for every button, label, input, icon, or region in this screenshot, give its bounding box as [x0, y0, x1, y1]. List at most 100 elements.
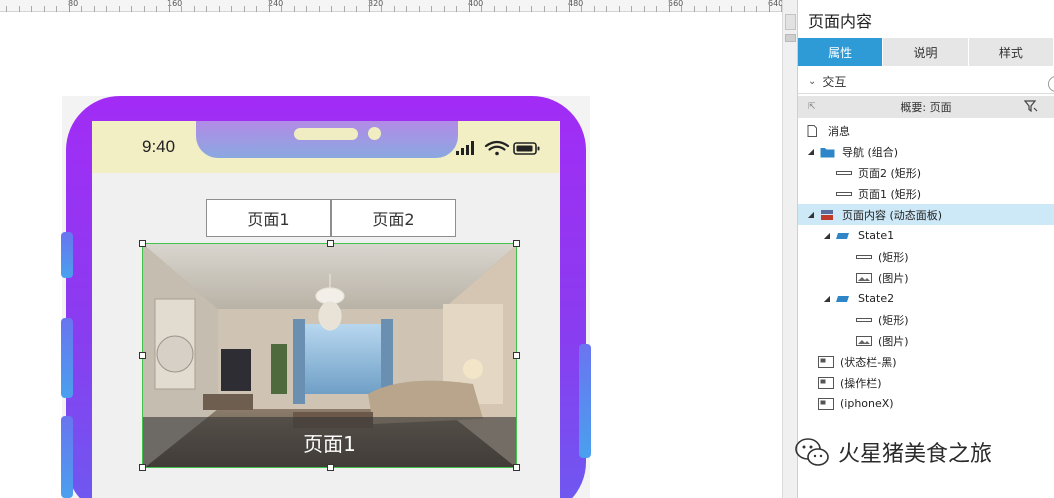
ruler-tick: [306, 6, 307, 12]
page-icon: [806, 124, 822, 137]
ruler-tick: [631, 6, 632, 12]
outline-item-actionbar-master[interactable]: (操作栏): [798, 372, 1054, 393]
outline-item-state1[interactable]: ◢ State1: [798, 225, 1054, 246]
phone-notch: [196, 121, 458, 158]
outline-item-page2-rect[interactable]: 页面2 (矩形): [798, 162, 1054, 183]
outline-item-image[interactable]: (图片): [798, 330, 1054, 351]
outline-item-rect[interactable]: (矩形): [798, 309, 1054, 330]
ruler-tick: [656, 6, 657, 12]
ruler-tick: [294, 6, 295, 12]
outline-item-nav-group[interactable]: ◢ 导航 (组合): [798, 141, 1054, 162]
selection-handle[interactable]: [513, 240, 520, 247]
selection-handle[interactable]: [513, 352, 520, 359]
status-time: 9:40: [142, 137, 176, 156]
ruler-tick: [206, 6, 207, 12]
ruler-tick: [219, 6, 220, 12]
tab-notes[interactable]: 说明: [883, 38, 969, 66]
chevron-down-icon: ⌄: [808, 76, 817, 87]
panel-caption: 页面1: [143, 417, 516, 467]
outline-title: 概要: 页面: [900, 101, 952, 114]
inspector-panel: 页面内容 属性 说明 样式 ⌄ 交互 ⇱ 概要: 页面 消息 ◢ 导航 (组合)…: [798, 0, 1054, 498]
outline-item-label: (操作栏): [840, 376, 882, 390]
ruler-tick: [181, 6, 182, 12]
outline-item-page[interactable]: 消息: [798, 120, 1054, 141]
expand-arrow-icon[interactable]: ◢: [806, 210, 816, 219]
ruler-tick: [481, 6, 482, 12]
outline-item-label: 导航 (组合): [842, 145, 899, 159]
ruler-tick: [281, 6, 282, 12]
outline-item-label: (矩形): [878, 250, 909, 264]
selection-handle[interactable]: [513, 464, 520, 471]
filter-icon[interactable]: [1024, 100, 1038, 112]
ruler-tick: [506, 6, 507, 12]
expand-arrow-icon[interactable]: ◢: [822, 231, 832, 240]
rectangle-icon: [836, 167, 852, 179]
ruler-tick: [756, 6, 757, 12]
tab-properties[interactable]: 属性: [798, 38, 884, 66]
interaction-section[interactable]: ⌄ 交互: [798, 70, 1054, 94]
speaker-grille: [294, 128, 358, 140]
phone-side-button: [61, 232, 73, 278]
ruler-tick: [669, 0, 670, 12]
ruler-tick: [56, 6, 57, 12]
status-bar[interactable]: 9:40: [92, 121, 560, 173]
ruler-tick: [344, 6, 345, 12]
ruler-tick: [394, 6, 395, 12]
ruler-tick: [256, 6, 257, 12]
image-icon: [856, 272, 872, 284]
ruler-tick: [619, 6, 620, 12]
dynamic-panel-icon: [820, 209, 836, 221]
selection-handle[interactable]: [327, 464, 334, 471]
ruler-tick: [769, 0, 770, 12]
outline-item-statusbar-master[interactable]: (状态栏-黑): [798, 351, 1054, 372]
outline-item-page1-rect[interactable]: 页面1 (矩形): [798, 183, 1054, 204]
ruler-tick: [69, 0, 70, 12]
ruler-tick: [269, 0, 270, 12]
horizontal-ruler: 80 160 240 320 400 480 560 640: [0, 0, 782, 12]
scroll-thumb[interactable]: [785, 34, 796, 42]
ruler-tick: [119, 6, 120, 12]
battery-icon: [513, 142, 540, 155]
outline-item-iphonex-master[interactable]: (iphoneX): [798, 393, 1054, 414]
expand-arrow-icon[interactable]: ◢: [822, 294, 832, 303]
ruler-tick: [106, 6, 107, 12]
ruler-label: 640: [768, 0, 782, 8]
outline-item-label: State2: [858, 292, 895, 305]
outline-item-dynamic-panel[interactable]: ◢ 页面内容 (动态面板): [798, 204, 1054, 225]
design-canvas[interactable]: 80 160 240 320 400 480 560 640 9:40 页面1 …: [0, 0, 782, 498]
nav-page1-button[interactable]: 页面1: [206, 199, 331, 237]
pin-icon[interactable]: ⇱: [808, 102, 816, 112]
expand-arrow-icon[interactable]: ◢: [806, 147, 816, 156]
ruler-tick: [156, 6, 157, 12]
selection-handle[interactable]: [327, 240, 334, 247]
signal-icon: [456, 141, 474, 155]
selection-handle[interactable]: [139, 352, 146, 359]
ruler-tick: [356, 6, 357, 12]
ruler-tick: [244, 6, 245, 12]
ruler-tick: [444, 6, 445, 12]
tab-style[interactable]: 样式: [968, 38, 1054, 66]
rectangle-icon: [856, 251, 872, 263]
outline-item-rect[interactable]: (矩形): [798, 246, 1054, 267]
watermark-text: 火星猪美食之旅: [838, 442, 993, 467]
ruler-tick: [194, 6, 195, 12]
master-icon: [818, 376, 834, 389]
nav-page2-button[interactable]: 页面2: [331, 199, 456, 237]
selection-handle[interactable]: [139, 464, 146, 471]
ruler-tick: [519, 6, 520, 12]
outline-item-image[interactable]: (图片): [798, 267, 1054, 288]
ruler-tick: [731, 6, 732, 12]
scroll-up-button[interactable]: [785, 14, 796, 30]
canvas-scrollbar[interactable]: [782, 0, 798, 498]
ruler-tick: [456, 6, 457, 12]
ruler-tick: [331, 6, 332, 12]
ruler-tick: [144, 6, 145, 12]
phone-side-button: [579, 344, 591, 458]
ruler-tick: [469, 0, 470, 12]
wifi-icon: [484, 140, 510, 156]
ruler-tick: [6, 6, 7, 12]
ruler-tick: [131, 6, 132, 12]
selection-handle[interactable]: [139, 240, 146, 247]
dynamic-panel-page-content[interactable]: 页面1: [142, 243, 517, 468]
outline-item-state2[interactable]: ◢ State2: [798, 288, 1054, 309]
